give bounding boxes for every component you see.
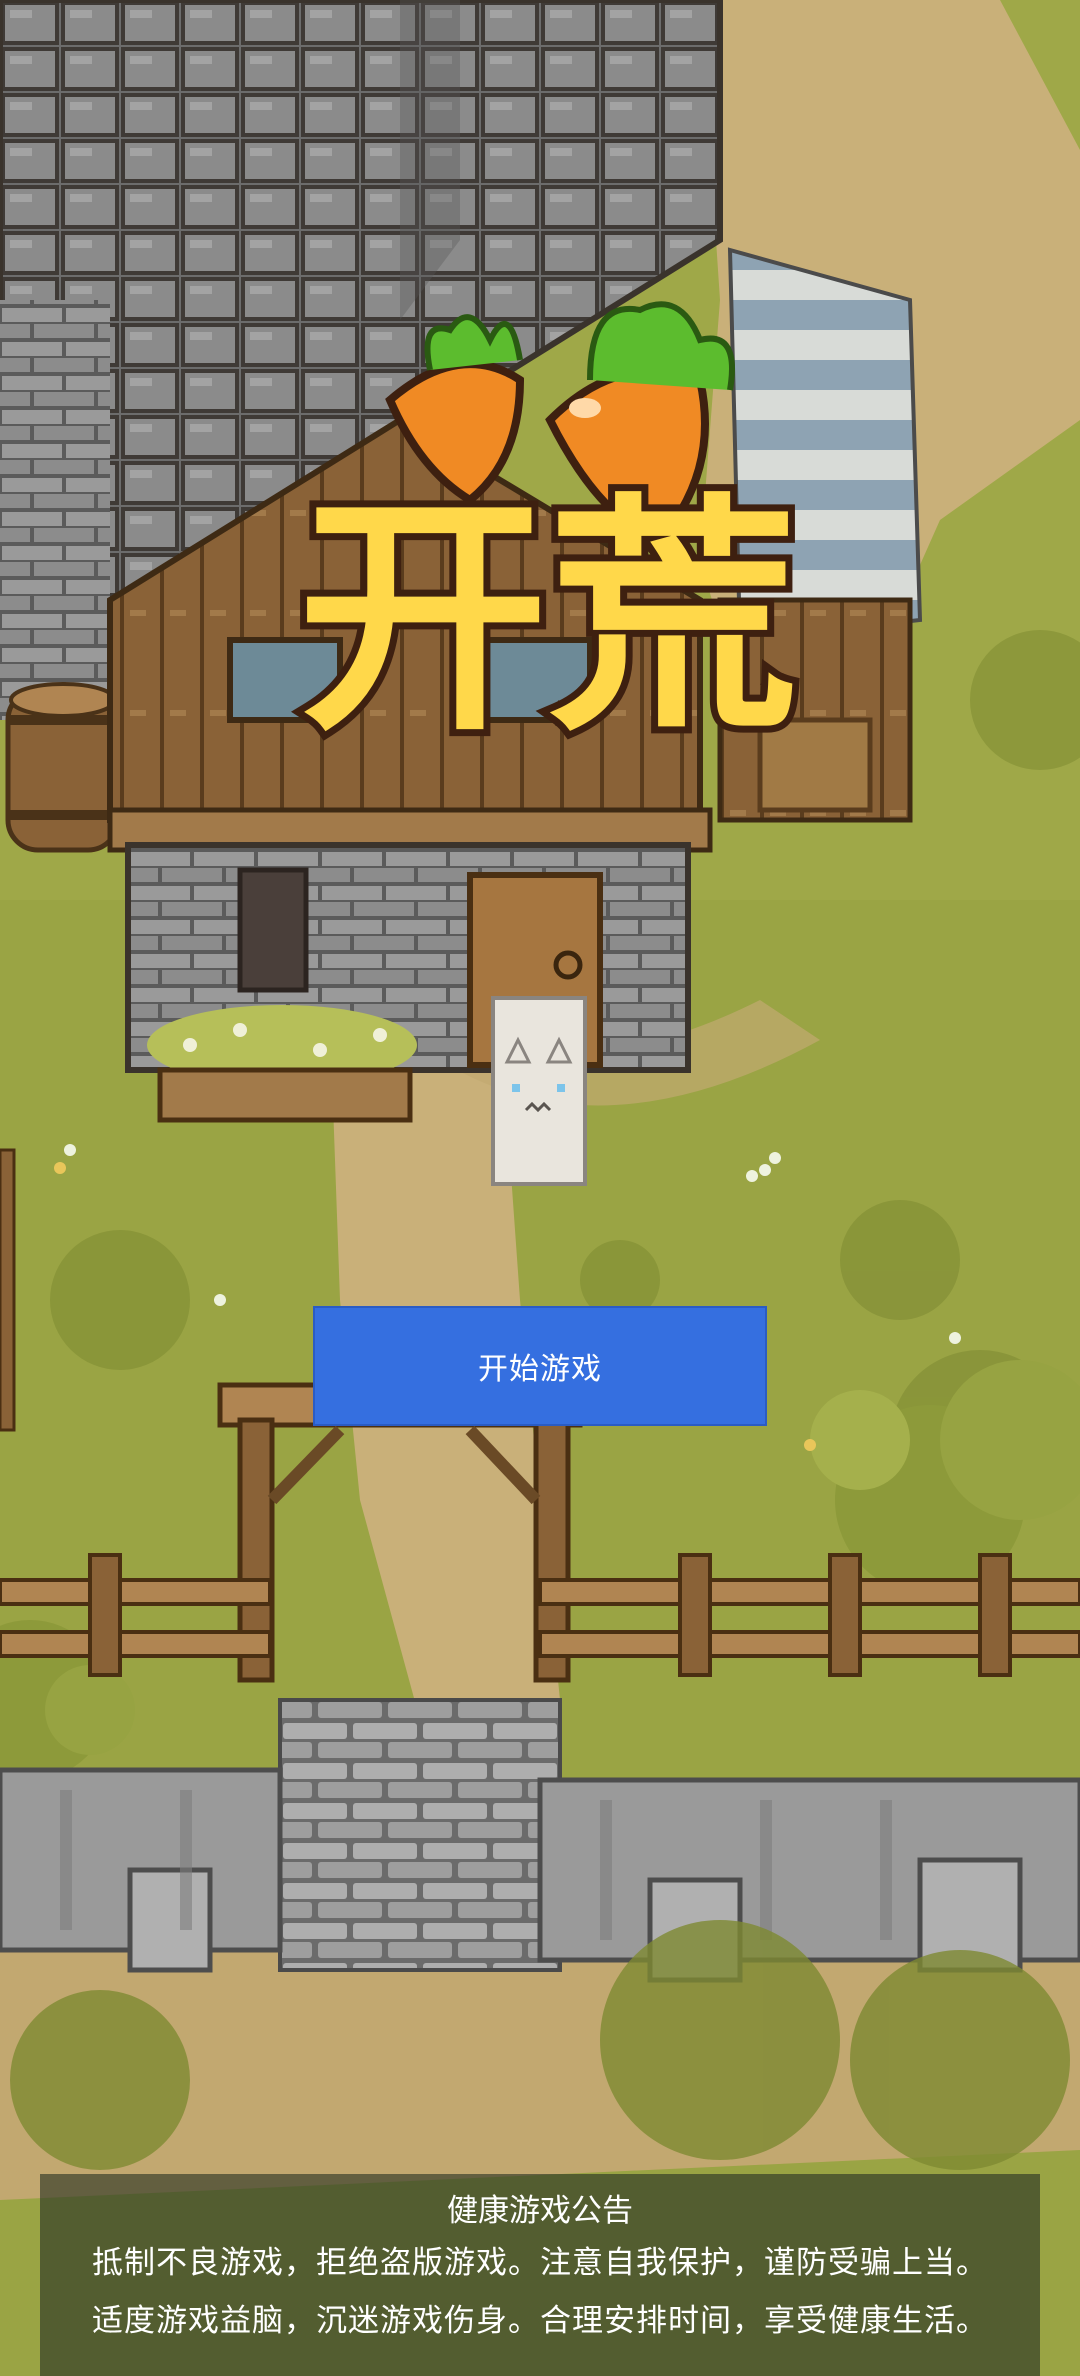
notice-line-2: 适度游戏益脑，沉迷游戏伤身。合理安排时间，享受健康生活。 <box>92 2303 988 2339</box>
health-game-notice: 健康游戏公告 抵制不良游戏，拒绝盗版游戏。注意自我保护，谨防受骗上当。 适度游戏… <box>40 2174 1040 2376</box>
stone-steps <box>278 1698 562 1972</box>
rock-cliff <box>0 1767 1080 1983</box>
barrel <box>5 682 121 853</box>
flower-box <box>147 1005 417 1123</box>
logo-text: 开荒 <box>298 473 798 764</box>
cat-sign <box>491 996 587 1186</box>
notice-line-1: 抵制不良游戏，拒绝盗版游戏。注意自我保护，谨防受骗上当。 <box>92 2245 988 2281</box>
notice-title: 健康游戏公告 <box>447 2193 633 2229</box>
game-background-scene: 开荒 <box>0 0 1080 2376</box>
start-game-button[interactable]: 开始游戏 <box>313 1306 767 1426</box>
